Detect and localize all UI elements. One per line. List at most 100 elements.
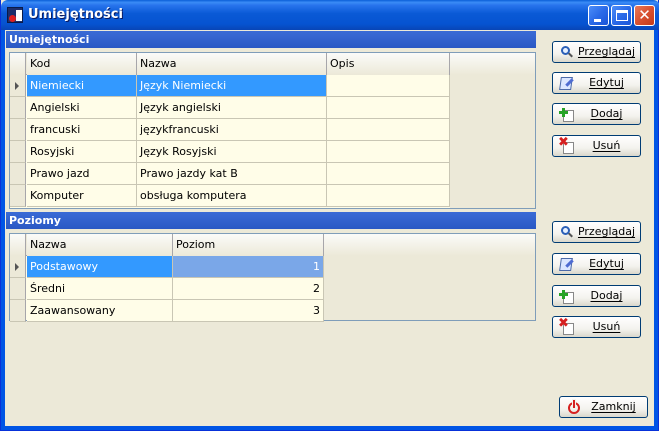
table-row[interactable]: Niemiecki Język Niemiecki bbox=[10, 75, 450, 97]
skills-edit-label: Edytuj bbox=[589, 76, 624, 89]
levels-delete-button[interactable]: ✖ Usuń bbox=[552, 316, 641, 338]
app-icon[interactable] bbox=[7, 7, 23, 23]
maximize-icon bbox=[616, 10, 628, 21]
main-window: Umiejętności ✕ Umiejętności Kod Nazwa Op… bbox=[0, 0, 659, 431]
cell-nazwa[interactable]: obsługa komputera bbox=[137, 185, 327, 207]
row-selector[interactable] bbox=[10, 119, 26, 141]
skills-panel: Umiejętności Kod Nazwa Opis Niemiecki Ję… bbox=[6, 31, 536, 211]
row-selector[interactable] bbox=[10, 163, 26, 185]
cell-nazwa[interactable]: Zaawansowany bbox=[27, 300, 173, 322]
cell-nazwa[interactable]: Język angielski bbox=[137, 97, 327, 119]
column-header-poziom[interactable]: Poziom bbox=[173, 234, 324, 256]
column-header-opis[interactable]: Opis bbox=[327, 53, 450, 75]
window-border bbox=[654, 30, 658, 430]
levels-view-label: Przeglądaj bbox=[577, 225, 636, 238]
skills-panel-body: Kod Nazwa Opis Niemiecki Język Niemiecki… bbox=[6, 48, 536, 211]
table-row[interactable]: Rosyjski Język Rosyjski bbox=[10, 141, 450, 163]
levels-grid[interactable]: Nazwa Poziom Podstawowy 1 Średni 2 Zaawa… bbox=[9, 233, 536, 322]
table-row[interactable]: francuski językfrancuski bbox=[10, 119, 450, 141]
cell-opis[interactable] bbox=[327, 97, 450, 119]
skills-add-button[interactable]: Dodaj bbox=[552, 103, 641, 125]
skills-view-label: Przeglądaj bbox=[577, 45, 636, 58]
skills-add-label: Dodaj bbox=[590, 107, 623, 120]
row-selector[interactable] bbox=[10, 278, 26, 300]
skills-delete-label: Usuń bbox=[592, 139, 621, 152]
table-row[interactable]: Zaawansowany 3 bbox=[10, 300, 324, 322]
cell-poziom[interactable]: 1 bbox=[173, 256, 324, 278]
row-selector[interactable] bbox=[10, 256, 26, 278]
cell-nazwa[interactable]: Podstawowy bbox=[27, 256, 173, 278]
power-icon bbox=[566, 400, 582, 415]
grid-empty-area bbox=[450, 75, 535, 208]
levels-panel: Poziomy Nazwa Poziom Podstawowy 1 Średni bbox=[6, 212, 536, 387]
close-label: Zamknij bbox=[591, 400, 636, 413]
cell-nazwa[interactable]: Prawo jazdy kat B bbox=[137, 163, 327, 185]
skills-edit-button[interactable]: Edytuj bbox=[552, 72, 641, 94]
window-border bbox=[1, 30, 5, 430]
minimize-icon bbox=[594, 19, 601, 22]
skills-delete-button[interactable]: ✖ Usuń bbox=[552, 135, 641, 157]
cell-poziom[interactable]: 2 bbox=[173, 278, 324, 300]
cell-kod[interactable]: Niemiecki bbox=[27, 75, 137, 97]
maximize-button[interactable] bbox=[611, 5, 632, 26]
delete-document-icon: ✖ bbox=[558, 316, 575, 335]
skills-grid-header: Kod Nazwa Opis bbox=[10, 53, 535, 75]
table-row[interactable]: Komputer obsługa komputera bbox=[10, 185, 450, 207]
levels-panel-body: Nazwa Poziom Podstawowy 1 Średni 2 Zaawa… bbox=[6, 229, 536, 387]
column-header-kod[interactable]: Kod bbox=[27, 53, 137, 75]
cell-nazwa[interactable]: językfrancuski bbox=[137, 119, 327, 141]
column-header-nazwa[interactable]: Nazwa bbox=[137, 53, 327, 75]
skills-panel-header: Umiejętności bbox=[6, 31, 536, 48]
close-button[interactable]: Zamknij bbox=[559, 396, 648, 418]
table-row[interactable]: Podstawowy 1 bbox=[10, 256, 324, 278]
cell-nazwa[interactable]: Średni bbox=[27, 278, 173, 300]
row-selector[interactable] bbox=[10, 75, 26, 97]
current-row-arrow-icon bbox=[15, 263, 19, 271]
skills-view-button[interactable]: Przeglądaj bbox=[552, 41, 641, 63]
current-row-arrow-icon bbox=[15, 82, 19, 90]
cell-opis[interactable] bbox=[327, 75, 450, 97]
row-selector[interactable] bbox=[10, 97, 26, 119]
cell-kod[interactable]: Angielski bbox=[27, 97, 137, 119]
levels-add-button[interactable]: Dodaj bbox=[552, 285, 641, 307]
cell-kod[interactable]: francuski bbox=[27, 119, 137, 141]
column-header-filler bbox=[324, 234, 535, 256]
cell-opis[interactable] bbox=[327, 163, 450, 185]
cell-kod[interactable]: Rosyjski bbox=[27, 141, 137, 163]
row-selector[interactable] bbox=[10, 141, 26, 163]
delete-document-icon: ✖ bbox=[558, 135, 575, 154]
title-bar[interactable]: Umiejętności ✕ bbox=[1, 0, 659, 30]
cell-opis[interactable] bbox=[327, 185, 450, 207]
cell-poziom[interactable]: 3 bbox=[173, 300, 324, 322]
cell-opis[interactable] bbox=[327, 141, 450, 163]
row-selector[interactable] bbox=[10, 185, 26, 207]
edit-document-icon bbox=[559, 257, 575, 272]
levels-edit-button[interactable]: Edytuj bbox=[552, 253, 641, 275]
window-title: Umiejętności bbox=[28, 7, 123, 22]
grid-corner bbox=[10, 234, 26, 256]
levels-panel-header: Poziomy bbox=[6, 212, 536, 229]
column-header-nazwa[interactable]: Nazwa bbox=[27, 234, 173, 256]
magnifier-icon bbox=[559, 45, 575, 60]
cell-nazwa[interactable]: Język Niemiecki bbox=[137, 75, 327, 97]
minimize-button[interactable] bbox=[588, 5, 609, 26]
cell-nazwa[interactable]: Język Rosyjski bbox=[137, 141, 327, 163]
levels-delete-label: Usuń bbox=[592, 320, 621, 333]
column-header-filler bbox=[450, 53, 535, 75]
cell-kod[interactable]: Prawo jazd bbox=[27, 163, 137, 185]
levels-edit-label: Edytuj bbox=[589, 257, 624, 270]
levels-grid-header: Nazwa Poziom bbox=[10, 234, 535, 256]
grid-empty-area bbox=[324, 256, 535, 320]
levels-add-label: Dodaj bbox=[590, 289, 623, 302]
add-document-icon bbox=[559, 289, 575, 304]
levels-view-button[interactable]: Przeglądaj bbox=[552, 221, 641, 243]
table-row[interactable]: Średni 2 bbox=[10, 278, 324, 300]
row-selector[interactable] bbox=[10, 300, 26, 322]
add-document-icon bbox=[559, 107, 575, 122]
cell-kod[interactable]: Komputer bbox=[27, 185, 137, 207]
table-row[interactable]: Angielski Język angielski bbox=[10, 97, 450, 119]
skills-grid[interactable]: Kod Nazwa Opis Niemiecki Język Niemiecki… bbox=[9, 52, 536, 209]
close-window-button[interactable]: ✕ bbox=[634, 5, 655, 26]
table-row[interactable]: Prawo jazd Prawo jazdy kat B bbox=[10, 163, 450, 185]
cell-opis[interactable] bbox=[327, 119, 450, 141]
